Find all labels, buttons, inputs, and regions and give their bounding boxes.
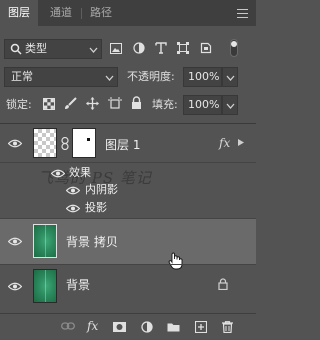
blend-mode-select[interactable]: 正常: [4, 67, 118, 87]
lock-label: 锁定:: [6, 98, 32, 111]
chevron-down-icon: [105, 75, 114, 81]
fx-icon[interactable]: fx: [219, 136, 230, 150]
layer-name[interactable]: 图层 1: [105, 138, 140, 152]
layer-row-background-copy[interactable]: 背景 拷贝: [0, 219, 256, 270]
filter-kind-select[interactable]: 类型: [4, 39, 102, 59]
layer-thumbnail: [33, 128, 57, 158]
lock-artboard-icon[interactable]: [108, 97, 122, 110]
blend-mode-label: 正常: [11, 70, 33, 83]
type-filter-icon[interactable]: [155, 42, 167, 54]
eye-icon[interactable]: [66, 204, 80, 213]
filter-kind-label: 类型: [25, 42, 47, 55]
folder-icon[interactable]: [167, 322, 180, 332]
new-layer-icon[interactable]: [195, 321, 207, 333]
eye-icon[interactable]: [66, 186, 80, 195]
mask-icon[interactable]: [113, 322, 126, 332]
chain-link-icon[interactable]: [61, 137, 69, 150]
opacity-label: 不透明度:: [127, 70, 175, 83]
effects-label: 效果: [69, 166, 91, 179]
tab-paths[interactable]: 路径: [84, 0, 118, 26]
link-layers-icon[interactable]: [61, 321, 75, 331]
fill-dropdown[interactable]: [222, 95, 238, 115]
search-icon: [10, 43, 22, 55]
tab-divider: [81, 8, 82, 19]
collapse-arrow-icon[interactable]: [238, 139, 244, 146]
panel-menu-icon[interactable]: [237, 9, 248, 18]
chevron-down-icon: [89, 47, 98, 53]
layer-thumbnail: [33, 269, 57, 303]
tab-layers[interactable]: 图层: [0, 0, 38, 26]
lock-all-icon[interactable]: [131, 96, 142, 109]
smart-object-filter-icon[interactable]: [200, 42, 212, 54]
chevron-down-icon: [226, 103, 235, 109]
fx-icon[interactable]: fx: [87, 319, 98, 333]
eye-icon[interactable]: [51, 169, 65, 178]
layers-bottom-toolbar: fx: [0, 313, 256, 340]
effect-drop-shadow[interactable]: 投影: [85, 201, 107, 215]
tab-channels[interactable]: 通道: [44, 0, 78, 26]
eye-icon[interactable]: [8, 139, 22, 148]
trash-icon[interactable]: [222, 321, 233, 333]
chevron-down-icon: [226, 75, 235, 81]
lock-transparent-icon[interactable]: [43, 98, 55, 110]
lock-move-icon[interactable]: [86, 97, 99, 110]
fill-input[interactable]: 100%: [183, 95, 222, 115]
layer-thumbnail: [33, 224, 57, 258]
layer-effects-group: 飞鸢的 PS 笔记 效果 内阴影 投影: [0, 163, 256, 218]
opacity-input[interactable]: 100%: [183, 67, 222, 87]
eye-icon[interactable]: [8, 237, 22, 246]
mask-dot: [87, 138, 90, 141]
layer-name[interactable]: 背景 拷贝: [66, 235, 118, 249]
opacity-dropdown[interactable]: [222, 67, 238, 87]
adjustment-icon[interactable]: [141, 321, 153, 333]
image-filter-icon[interactable]: [110, 43, 122, 54]
layer-name[interactable]: 背景: [66, 278, 90, 292]
adjustment-filter-icon[interactable]: [133, 42, 145, 54]
opacity-value: 100%: [188, 70, 220, 83]
layer-row-background[interactable]: 背景: [0, 265, 256, 311]
fill-label: 填充:: [152, 98, 178, 111]
shape-filter-icon[interactable]: [177, 42, 189, 54]
layers-panel: 图层 通道 路径 类型 正常 不透明度: 100% 锁定: 填充: 100% 图…: [0, 0, 256, 340]
tab-bar: 图层 通道 路径: [0, 0, 256, 26]
effect-inner-shadow[interactable]: 内阴影: [85, 183, 118, 197]
layer-row-layer1[interactable]: 图层 1 fx: [0, 124, 256, 162]
layer-mask-thumbnail: [72, 128, 96, 158]
toggle-filter-icon[interactable]: [230, 39, 238, 57]
fill-value: 100%: [188, 98, 220, 111]
eye-icon[interactable]: [8, 282, 22, 291]
lock-brush-icon[interactable]: [64, 97, 77, 110]
lock-icon[interactable]: [218, 278, 228, 290]
